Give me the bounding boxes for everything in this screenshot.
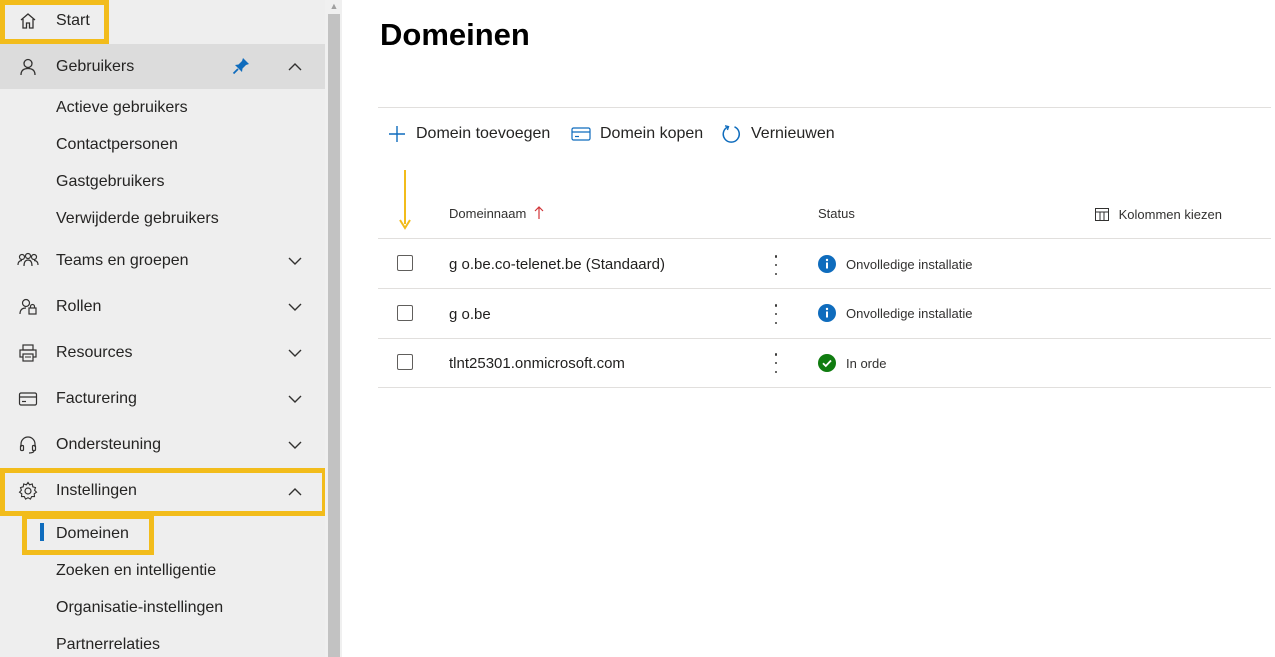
nav-start-label: Start bbox=[56, 12, 90, 29]
sort-ascending-icon bbox=[534, 206, 544, 223]
row-divider bbox=[378, 238, 1271, 239]
sub-label: Domeinen bbox=[56, 525, 129, 542]
nav-facturering[interactable]: Facturering bbox=[0, 377, 325, 421]
sub-label: Actieve gebruikers bbox=[56, 99, 188, 116]
sub-label: Gastgebruikers bbox=[56, 173, 165, 190]
sub-label: Contactpersonen bbox=[56, 136, 178, 153]
sub-label: Organisatie-instellingen bbox=[56, 599, 224, 616]
sub-label: Partnerrelaties bbox=[56, 636, 161, 653]
refresh-button[interactable]: Vernieuwen bbox=[722, 122, 835, 146]
choose-columns-button[interactable]: Kolommen kiezen bbox=[1095, 207, 1222, 224]
info-icon bbox=[818, 304, 836, 322]
buy-domain-button[interactable]: Domein kopen bbox=[571, 122, 703, 146]
printer-icon bbox=[17, 342, 39, 364]
sub-organisatie-instellingen[interactable]: Organisatie-instellingen bbox=[0, 590, 325, 626]
sub-zoeken-en-intelligentie[interactable]: Zoeken en intelligentie bbox=[0, 553, 325, 589]
nav-instellingen[interactable]: Instellingen bbox=[0, 469, 325, 513]
chevron-up-icon[interactable] bbox=[286, 58, 304, 76]
status-text: In orde bbox=[846, 356, 887, 371]
sub-partnerrelaties[interactable]: Partnerrelaties bbox=[0, 627, 325, 657]
more-options-icon[interactable] bbox=[770, 304, 782, 324]
domain-name[interactable]: g o.be bbox=[449, 306, 491, 323]
nav-ondersteuning[interactable]: Ondersteuning bbox=[0, 423, 325, 467]
column-header-domain[interactable]: Domeinnaam bbox=[449, 206, 544, 223]
scroll-up-icon[interactable]: ▲ bbox=[329, 0, 339, 12]
nav-rollen[interactable]: Rollen bbox=[0, 285, 325, 329]
chevron-down-icon[interactable] bbox=[286, 252, 304, 270]
nav-teams-en-groepen[interactable]: Teams en groepen bbox=[0, 239, 325, 283]
domain-name[interactable]: g o.be.co-telenet.be (Standaard) bbox=[449, 256, 665, 273]
page-title: Domeinen bbox=[380, 17, 530, 52]
refresh-label: Vernieuwen bbox=[751, 125, 835, 142]
sub-verwijderde-gebruikers[interactable]: Verwijderde gebruikers bbox=[0, 201, 325, 237]
status-text: Onvolledige installatie bbox=[846, 306, 973, 321]
headset-icon bbox=[17, 434, 39, 456]
chevron-down-icon[interactable] bbox=[286, 436, 304, 454]
sub-label: Zoeken en intelligentie bbox=[56, 562, 217, 579]
row-checkbox[interactable] bbox=[397, 255, 413, 271]
person-icon bbox=[17, 56, 39, 78]
role-icon bbox=[17, 296, 39, 318]
info-icon bbox=[818, 255, 836, 273]
row-divider bbox=[378, 387, 1271, 388]
row-checkbox[interactable] bbox=[397, 305, 413, 321]
credit-card-icon bbox=[17, 388, 39, 410]
sub-actieve-gebruikers[interactable]: Actieve gebruikers bbox=[0, 90, 325, 126]
credit-card-icon bbox=[571, 124, 591, 144]
more-options-icon[interactable] bbox=[770, 353, 782, 373]
chevron-down-icon[interactable] bbox=[286, 298, 304, 316]
status-text: Onvolledige installatie bbox=[846, 257, 973, 272]
chevron-up-icon[interactable] bbox=[286, 482, 304, 500]
divider bbox=[378, 107, 1271, 108]
buy-domain-label: Domein kopen bbox=[600, 125, 704, 142]
chevron-down-icon[interactable] bbox=[286, 344, 304, 362]
row-divider bbox=[378, 338, 1271, 339]
add-domain-button[interactable]: Domein toevoegen bbox=[387, 122, 550, 146]
column-header-label: Domeinnaam bbox=[449, 206, 527, 221]
nav-teams-label: Teams en groepen bbox=[56, 252, 189, 269]
checkmark-icon bbox=[818, 354, 836, 372]
domain-name[interactable]: tlnt25301.onmicrosoft.com bbox=[449, 355, 625, 372]
nav-start[interactable]: Start bbox=[0, 0, 325, 42]
nav-resources[interactable]: Resources bbox=[0, 331, 325, 375]
scrollbar-thumb[interactable] bbox=[328, 14, 340, 657]
chevron-down-icon[interactable] bbox=[286, 390, 304, 408]
nav-facturering-label: Facturering bbox=[56, 390, 137, 407]
home-icon bbox=[17, 10, 39, 32]
nav-gebruikers-label: Gebruikers bbox=[56, 57, 135, 75]
plus-icon bbox=[387, 124, 407, 144]
sub-label: Verwijderde gebruikers bbox=[56, 210, 219, 227]
columns-icon bbox=[1095, 208, 1109, 224]
gear-icon bbox=[17, 480, 39, 502]
more-options-icon[interactable] bbox=[770, 255, 782, 275]
nav-rollen-label: Rollen bbox=[56, 298, 102, 315]
row-divider bbox=[378, 288, 1271, 289]
refresh-icon bbox=[722, 124, 742, 144]
row-checkbox[interactable] bbox=[397, 354, 413, 370]
annotation-arrow-icon bbox=[399, 170, 411, 230]
nav-ondersteuning-label: Ondersteuning bbox=[56, 436, 161, 453]
sub-contactpersonen[interactable]: Contactpersonen bbox=[0, 127, 325, 163]
navigation-sidebar: Start Gebruikers Actieve gebruikers Cont… bbox=[0, 0, 325, 657]
sub-gastgebruikers[interactable]: Gastgebruikers bbox=[0, 164, 325, 200]
nav-resources-label: Resources bbox=[56, 344, 133, 361]
nav-instellingen-label: Instellingen bbox=[56, 482, 137, 499]
nav-gebruikers[interactable]: Gebruikers bbox=[0, 44, 325, 89]
choose-columns-label: Kolommen kiezen bbox=[1118, 207, 1222, 222]
sub-domeinen[interactable]: Domeinen bbox=[0, 516, 325, 552]
pin-icon[interactable] bbox=[231, 56, 251, 76]
add-domain-label: Domein toevoegen bbox=[416, 125, 551, 142]
column-header-status[interactable]: Status bbox=[818, 206, 855, 221]
people-icon bbox=[17, 250, 39, 272]
